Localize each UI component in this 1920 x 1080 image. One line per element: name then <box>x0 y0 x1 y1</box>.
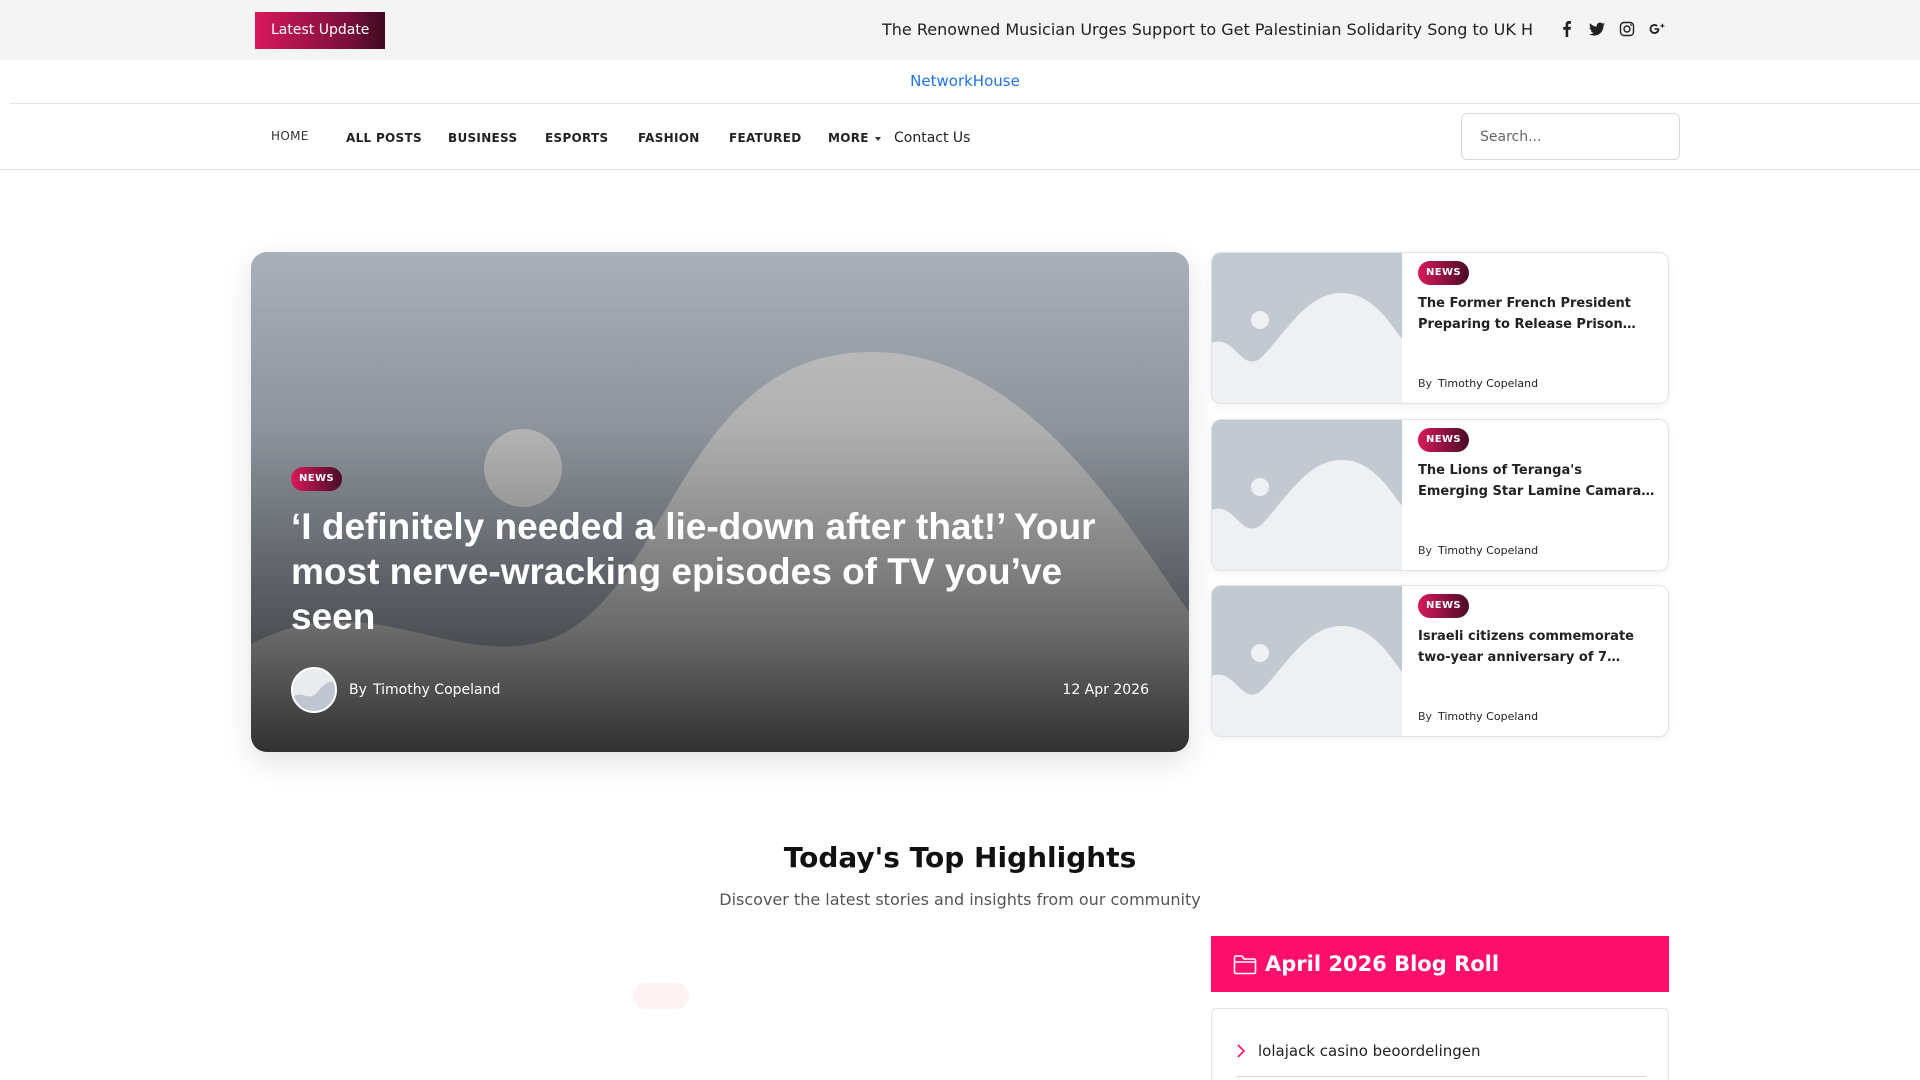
side-post-author-link[interactable]: Timothy Copeland <box>1438 544 1538 558</box>
side-post-card[interactable]: NEWS The Former French President Prepari… <box>1211 252 1669 404</box>
side-post-card[interactable]: NEWS Israeli citizens commemorate two-ye… <box>1211 585 1669 737</box>
side-post-by-label: By <box>1418 377 1433 390</box>
section-subtitle: Discover the latest stories and insights… <box>719 890 1201 909</box>
side-post-card[interactable]: NEWS The Lions of Teranga's Emerging Sta… <box>1211 419 1669 571</box>
side-post-category-badge[interactable]: NEWS <box>1418 261 1470 285</box>
side-post-title[interactable]: The Lions of Teranga's Emerging Star Lam… <box>1418 460 1656 502</box>
nav-more[interactable]: MORE <box>828 128 881 148</box>
latest-update-button[interactable]: Latest Update <box>255 12 386 49</box>
blog-roll-list: lolajack casino beoordelingen <box>1211 1008 1669 1080</box>
blog-roll-item[interactable]: lolajack casino beoordelingen <box>1236 1029 1646 1077</box>
chevron-down-icon <box>874 136 881 141</box>
side-post-title[interactable]: Israeli citizens commemorate two-year an… <box>1418 626 1656 668</box>
site-name-link[interactable]: NetworkHouse <box>10 60 1920 102</box>
nav-featured[interactable]: FEATURED <box>729 128 801 148</box>
side-post-by-label: By <box>1418 544 1433 557</box>
post-thumbnail-placeholder <box>1212 586 1402 736</box>
top-bar: Latest Update The Renowned Musician Urge… <box>0 0 1920 60</box>
side-post-by-label: By <box>1418 710 1433 723</box>
nav-esports[interactable]: ESPORTS <box>545 128 608 148</box>
hero-category-badge[interactable]: NEWS <box>291 467 343 491</box>
nav-home[interactable]: HOME <box>271 126 309 146</box>
hero-by-label: By <box>349 682 367 698</box>
hero-gradient-overlay <box>251 252 1189 752</box>
news-ticker[interactable]: The Renowned Musician Urges Support to G… <box>882 18 1532 42</box>
section-title: Today's Top Highlights <box>783 841 1137 874</box>
nav-contact-us[interactable]: Contact Us <box>894 128 970 148</box>
hero-title[interactable]: ‘I definitely needed a lie-down after th… <box>291 504 1131 639</box>
nav-more-label: MORE <box>828 131 869 145</box>
side-post-author-link[interactable]: Timothy Copeland <box>1438 710 1538 724</box>
loading-badge-placeholder <box>633 983 689 1009</box>
nav-business[interactable]: BUSINESS <box>448 128 517 148</box>
side-post-title[interactable]: The Former French President Preparing to… <box>1418 293 1656 335</box>
side-post-category-badge[interactable]: NEWS <box>1418 594 1470 618</box>
side-post-category-badge[interactable]: NEWS <box>1418 428 1470 452</box>
facebook-icon[interactable] <box>1556 18 1578 40</box>
blog-roll-title: April 2026 Blog Roll <box>1265 952 1500 976</box>
chevron-right-icon <box>1237 1044 1246 1058</box>
author-avatar[interactable] <box>291 667 337 713</box>
blog-roll-item-label[interactable]: lolajack casino beoordelingen <box>1258 1041 1481 1061</box>
site-name-bar: NetworkHouse <box>10 60 1920 104</box>
instagram-icon[interactable] <box>1616 18 1638 40</box>
blog-roll-header: April 2026 Blog Roll <box>1211 936 1669 992</box>
hero-date: 12 Apr 2026 <box>1062 682 1149 698</box>
nav-all-posts[interactable]: ALL POSTS <box>346 128 422 148</box>
twitter-icon[interactable] <box>1586 18 1608 40</box>
folder-icon <box>1233 955 1257 975</box>
google-plus-icon[interactable] <box>1646 18 1668 40</box>
side-post-author-link[interactable]: Timothy Copeland <box>1438 377 1538 391</box>
post-thumbnail-placeholder <box>1212 420 1402 570</box>
nav-fashion[interactable]: FASHION <box>638 128 700 148</box>
post-thumbnail-placeholder <box>1212 253 1402 403</box>
search-input[interactable] <box>1461 113 1680 160</box>
hero-author-link[interactable]: Timothy Copeland <box>373 680 500 700</box>
hero-post[interactable]: NEWS ‘I definitely needed a lie-down aft… <box>251 252 1189 752</box>
